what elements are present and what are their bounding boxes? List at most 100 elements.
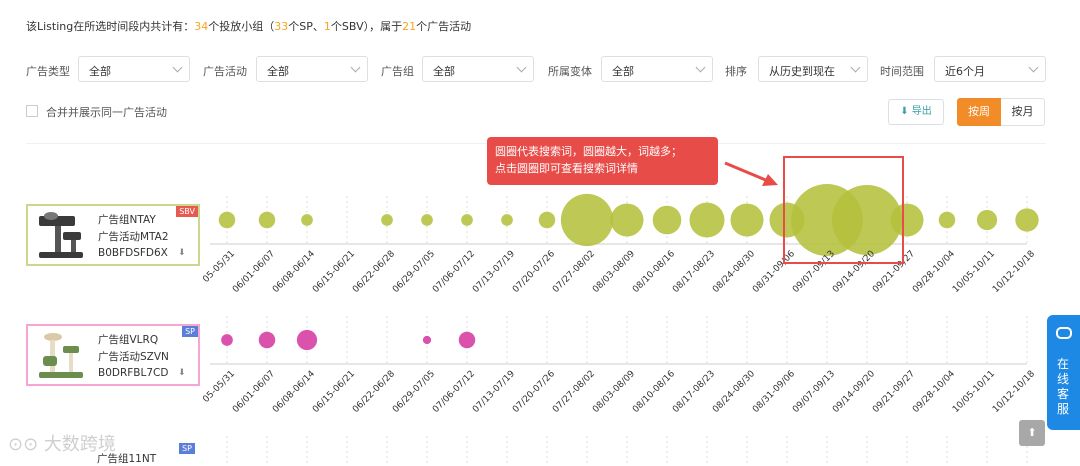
x-tick-label: 06/29-07/05: [391, 369, 437, 415]
product-thumbnail: [33, 328, 89, 384]
keyword-bubble[interactable]: [461, 214, 473, 226]
download-icon[interactable]: ⬇: [178, 248, 186, 258]
filter-label-sort: 排序: [725, 65, 747, 78]
filter-label-variant: 所属变体: [548, 65, 592, 78]
keyword-bubble[interactable]: [501, 214, 513, 226]
ad-group-name: 广告组VLRQ: [98, 334, 159, 346]
export-button[interactable]: ⬇ 导出: [888, 99, 944, 125]
x-tick-label: 08/17-08/23: [671, 249, 717, 295]
download-icon[interactable]: ⬇: [178, 368, 186, 378]
x-tick-label: 07/20-07/26: [511, 369, 557, 415]
keyword-bubble[interactable]: [218, 211, 236, 229]
x-tick-label: 08/03-08/09: [591, 249, 637, 295]
listing-summary: 该Listing在所选时间段内共计有：34个投放小组（33个SP、1个SBV），…: [26, 20, 472, 33]
x-tick-label: 05-05/31: [201, 249, 237, 285]
keyword-bubble[interactable]: [381, 214, 393, 226]
checkbox-icon[interactable]: [26, 105, 38, 117]
chevron-down-icon: [516, 62, 527, 73]
x-tick-label: 10/05-10/11: [951, 369, 997, 415]
chevron-down-icon: [1028, 62, 1039, 73]
keyword-bubble[interactable]: [458, 331, 476, 349]
merge-campaign-checkbox[interactable]: 合并并展示同一广告活动: [26, 104, 167, 120]
keyword-bubble[interactable]: [976, 209, 998, 231]
x-tick-label: 08/31-09/06: [751, 369, 797, 415]
x-tick-label: 06/29-07/05: [391, 249, 437, 295]
x-tick-label: 07/06-07/12: [431, 249, 477, 295]
x-tick-label: 09/07-09/13: [791, 369, 837, 415]
filter-label-ad-type: 广告类型: [26, 65, 70, 78]
x-tick-label: 10/12-10/18: [991, 369, 1037, 415]
x-tick-label: 09/28-10/04: [911, 249, 957, 295]
x-tick-label: 07/27-08/02: [551, 249, 597, 295]
x-tick-label: 06/15-06/21: [311, 369, 357, 415]
variant-select[interactable]: 全部: [601, 56, 713, 82]
keyword-bubble[interactable]: [730, 203, 764, 237]
x-tick-label: 05-05/31: [201, 369, 237, 405]
filter-label-campaign: 广告活动: [203, 65, 247, 78]
back-to-top-button[interactable]: ⬆: [1019, 420, 1045, 446]
campaign-name: 广告活动MTA2: [98, 231, 169, 243]
ad-type-select[interactable]: 全部: [78, 56, 190, 82]
keyword-bubble[interactable]: [610, 203, 644, 237]
keyword-bubble[interactable]: [938, 211, 956, 229]
logo-icon: ⊙⊙: [8, 434, 39, 455]
ad-group-card[interactable]: SBV 广告组NTAY 广告活动MTA2 B0BFDSFD6X ⬇: [26, 204, 200, 266]
x-tick-label: 06/01-06/07: [231, 369, 277, 415]
keyword-bubble[interactable]: [422, 335, 432, 345]
keyword-bubble[interactable]: [1015, 208, 1039, 232]
x-tick-label: 06/15-06/21: [311, 249, 357, 295]
x-tick-label: 09/28-10/04: [911, 369, 957, 415]
download-icon: ⬇: [900, 106, 909, 117]
keyword-bubble[interactable]: [258, 331, 276, 349]
x-tick-label: 09/21-09/27: [871, 369, 917, 415]
ad-group-select[interactable]: 全部: [422, 56, 534, 82]
keyword-bubble[interactable]: [652, 205, 682, 235]
keyword-bubble[interactable]: [421, 214, 433, 226]
sort-select[interactable]: 从历史到现在: [758, 56, 868, 82]
highlight-box: [783, 156, 904, 264]
x-tick-label: 06/22-06/28: [351, 369, 397, 415]
time-range-select[interactable]: 近6个月: [934, 56, 1046, 82]
campaign-select[interactable]: 全部: [256, 56, 368, 82]
ad-group-card[interactable]: SP 广告组VLRQ 广告活动SZVN B0DRFBL7CD ⬇: [26, 324, 200, 386]
x-tick-label: 08/10-08/16: [631, 369, 677, 415]
x-tick-label: 08/24-08/30: [711, 369, 757, 415]
keyword-bubble[interactable]: [221, 334, 233, 346]
ad-type-badge: SP: [179, 443, 195, 454]
keyword-bubble[interactable]: [301, 214, 313, 226]
toggle-by-month[interactable]: 按月: [1001, 98, 1045, 126]
x-tick-label: 09/14-09/20: [831, 369, 877, 415]
ad-group-name: 广告组NTAY: [98, 214, 156, 226]
x-tick-label: 08/24-08/30: [711, 249, 757, 295]
chat-icon: [1056, 327, 1072, 339]
filter-label-ad-group: 广告组: [381, 65, 414, 78]
x-tick-label: 06/08-06/14: [271, 249, 317, 295]
x-tick-label: 07/06-07/12: [431, 369, 477, 415]
keyword-bubble[interactable]: [538, 211, 556, 229]
x-tick-label: 07/27-08/02: [551, 369, 597, 415]
filter-bar: 广告类型 全部 广告活动 全部 广告组 全部 所属变体 全部 排序 从历史到现在…: [26, 56, 1056, 84]
keyword-bubble[interactable]: [560, 193, 614, 247]
chevron-down-icon: [850, 62, 861, 73]
keyword-bubble[interactable]: [689, 202, 725, 238]
x-tick-label: 07/13-07/19: [471, 369, 517, 415]
x-tick-label: 07/13-07/19: [471, 249, 517, 295]
x-tick-label: 06/08-06/14: [271, 369, 317, 415]
chevron-down-icon: [695, 62, 706, 73]
filter-label-time-range: 时间范围: [880, 65, 924, 78]
toggle-by-week[interactable]: 按周: [957, 98, 1001, 126]
x-tick-label: 06/01-06/07: [231, 249, 277, 295]
x-tick-label: 10/12-10/18: [991, 249, 1037, 295]
x-tick-label: 08/17-08/23: [671, 369, 717, 415]
ad-type-badge: SP: [182, 326, 198, 337]
x-tick-label: 10/05-10/11: [951, 249, 997, 295]
chevron-down-icon: [350, 62, 361, 73]
tooltip-callout: 圆圈代表搜索词，圆圈越大，词越多； 点击圆圈即可查看搜索词详情: [487, 137, 718, 185]
campaign-name: 广告活动SZVN: [98, 351, 169, 363]
keyword-bubble[interactable]: [258, 211, 276, 229]
keyword-bubble[interactable]: [296, 329, 318, 351]
ad-type-badge: SBV: [176, 206, 198, 217]
product-thumbnail: [33, 208, 89, 264]
customer-service-tab[interactable]: 在线客服: [1047, 315, 1080, 430]
asin: B0DRFBL7CD: [98, 367, 169, 379]
